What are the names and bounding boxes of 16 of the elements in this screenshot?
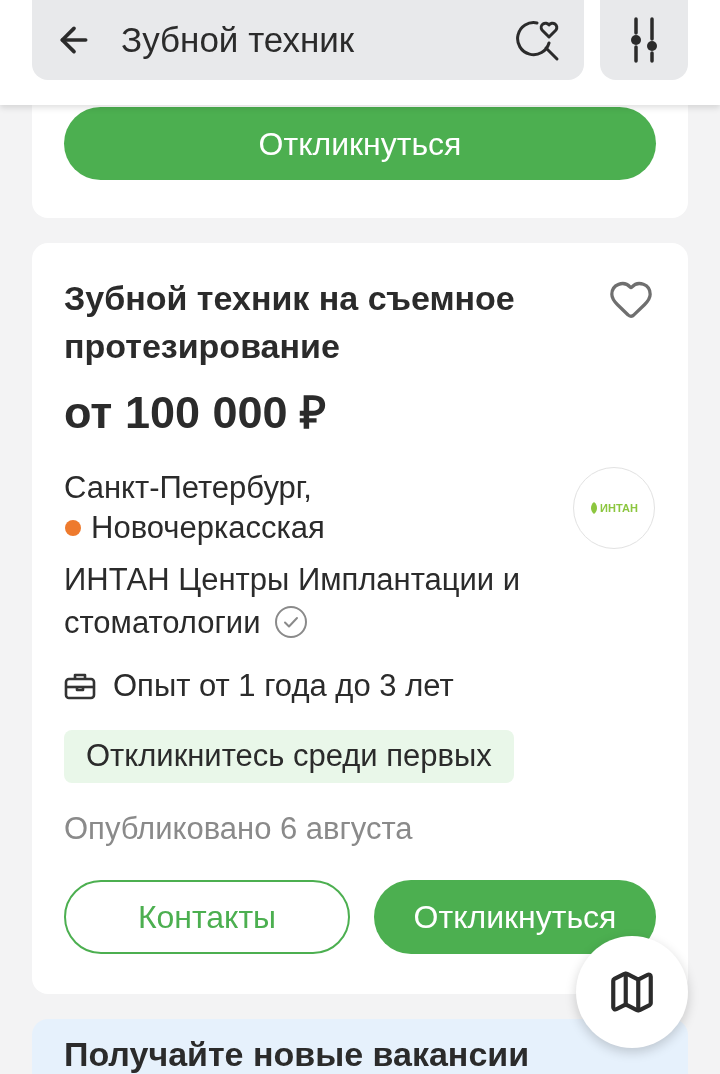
vacancy-title[interactable]: Зубной техник на съемное протезирование xyxy=(64,274,584,370)
banner-title: Получайте новые вакансии xyxy=(64,1035,530,1073)
city: Санкт-Петербург, xyxy=(64,469,313,507)
briefcase-icon xyxy=(64,672,96,700)
search-field[interactable]: Зубной техник xyxy=(32,0,584,80)
leaf-icon xyxy=(590,502,599,514)
published-date: Опубликовано 6 августа xyxy=(64,810,413,848)
metro-station: Новочеркасская xyxy=(91,509,325,547)
filter-icon xyxy=(630,17,658,63)
company-link[interactable]: ИНТАН Центры Имплантации и стоматологии xyxy=(64,558,584,644)
status-badge: Откликнитесь среди первых xyxy=(64,730,514,783)
search-input[interactable]: Зубной техник xyxy=(121,13,514,67)
salary: от 100 000 ₽ xyxy=(64,387,327,439)
filter-button[interactable] xyxy=(600,0,688,80)
experience-text: Опыт от 1 года до 3 лет xyxy=(113,667,454,705)
logo-text: ИНТАН xyxy=(600,500,638,516)
